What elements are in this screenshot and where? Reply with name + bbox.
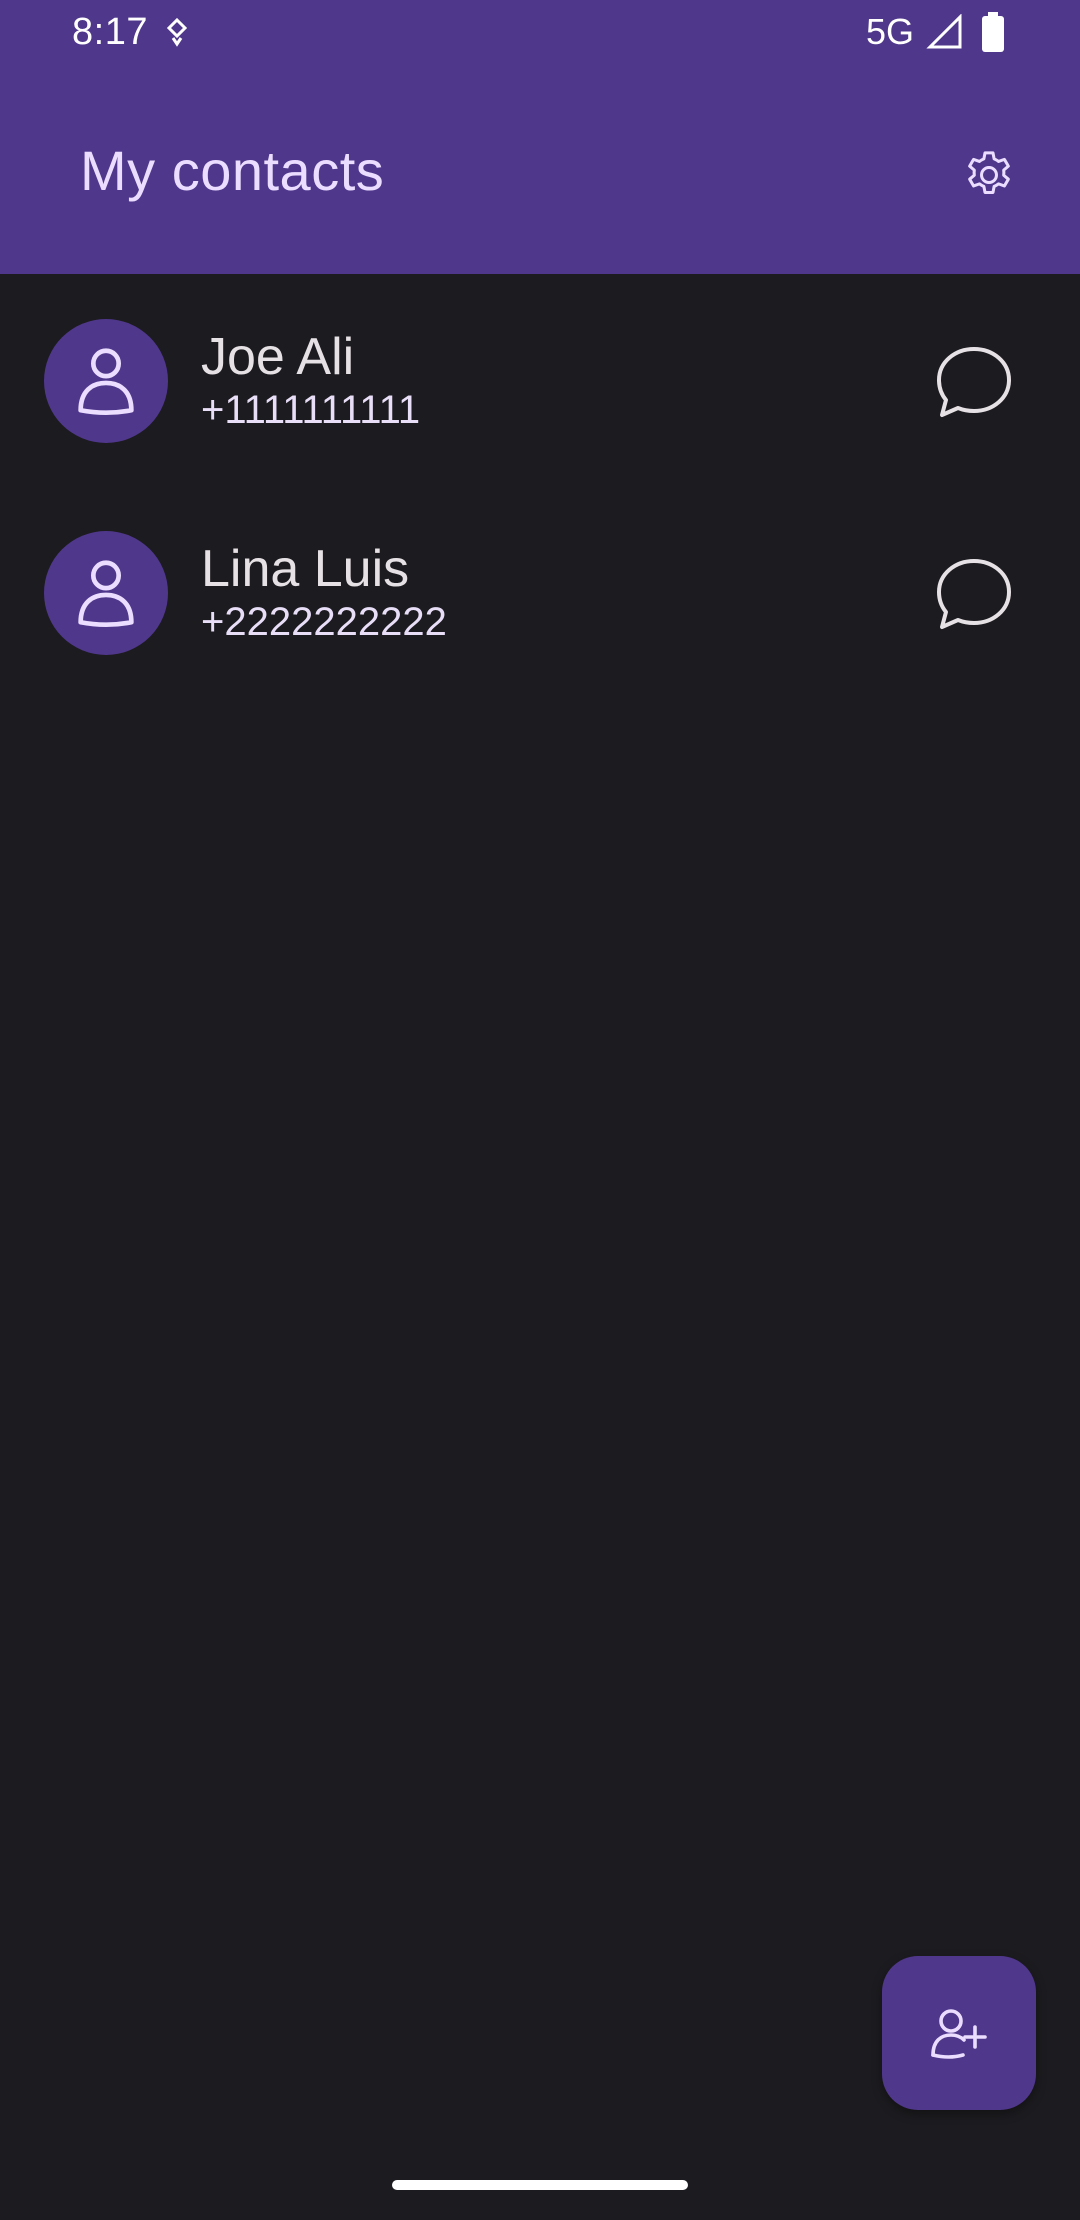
home-indicator[interactable] bbox=[392, 2180, 688, 2190]
signal-icon bbox=[926, 14, 962, 49]
add-contact-button[interactable] bbox=[882, 1956, 1036, 2110]
chat-bubble-icon bbox=[937, 559, 1011, 629]
settings-button[interactable] bbox=[950, 136, 1028, 214]
battery-icon bbox=[982, 12, 1004, 52]
contact-name: Joe Ali bbox=[201, 328, 355, 386]
add-person-icon bbox=[931, 2009, 987, 2059]
contacts-screen: 8:17 5G My contacts Joe Ali +1111111111 … bbox=[0, 0, 1080, 2220]
notification-icon bbox=[166, 17, 188, 47]
contact-phone: +1111111111 bbox=[201, 388, 421, 432]
avatar bbox=[44, 319, 168, 443]
person-icon bbox=[78, 560, 134, 628]
status-bar: 8:17 5G bbox=[0, 0, 1080, 64]
app-bar: My contacts bbox=[0, 64, 1080, 274]
status-time: 8:17 bbox=[72, 11, 148, 53]
gear-icon bbox=[968, 151, 1010, 195]
network-type: 5G bbox=[866, 11, 915, 52]
page-title: My contacts bbox=[80, 139, 385, 202]
contact-row[interactable]: Lina Luis +2222222222 bbox=[0, 486, 1080, 698]
contact-phone: +2222222222 bbox=[201, 600, 447, 644]
person-icon bbox=[78, 348, 134, 416]
message-button[interactable] bbox=[924, 548, 1024, 640]
contact-row[interactable]: Joe Ali +1111111111 bbox=[0, 274, 1080, 486]
contact-list: Joe Ali +1111111111 Lina Luis +222222222… bbox=[0, 274, 1080, 698]
contact-name: Lina Luis bbox=[201, 540, 410, 598]
message-button[interactable] bbox=[924, 336, 1024, 428]
avatar bbox=[44, 531, 168, 655]
chat-bubble-icon bbox=[937, 347, 1011, 417]
